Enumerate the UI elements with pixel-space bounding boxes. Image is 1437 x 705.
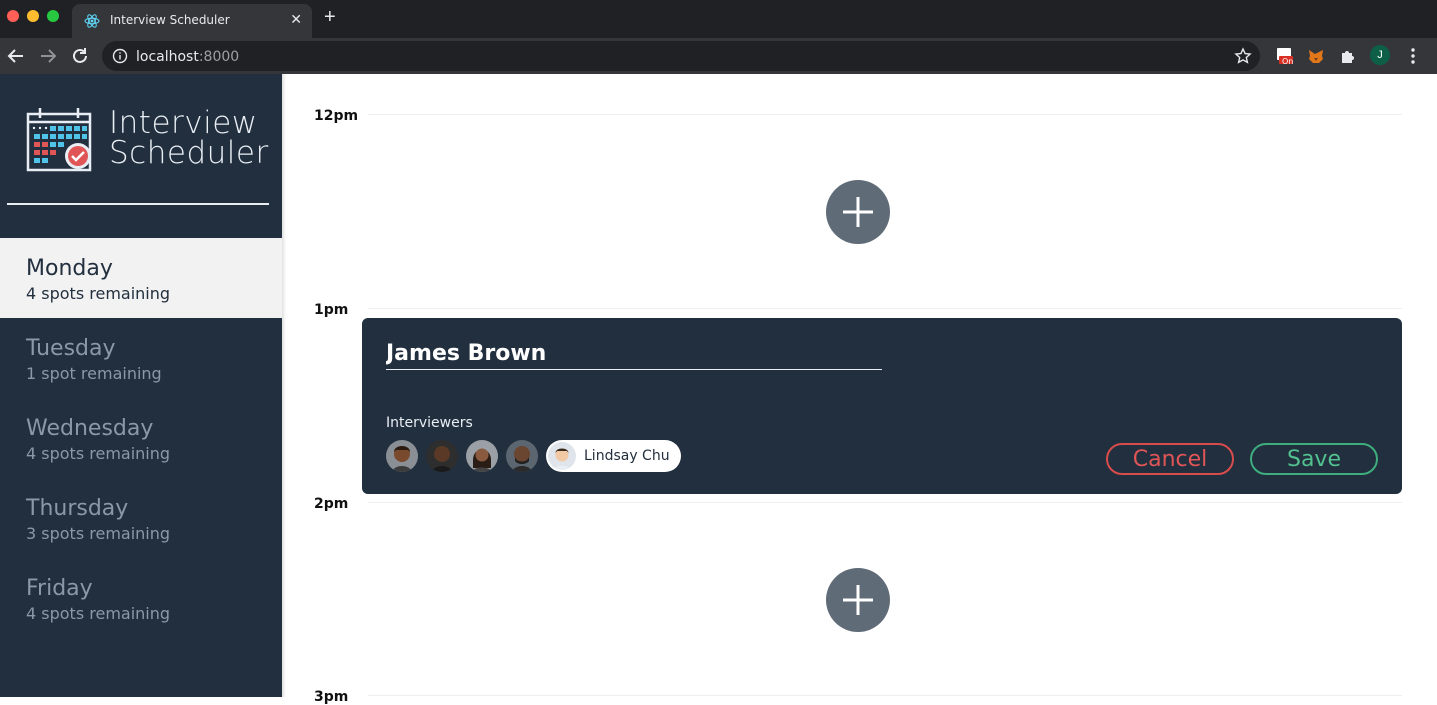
slot-time: 3pm [314,689,349,705]
day-item-wednesday[interactable]: Wednesday 4 spots remaining [0,398,282,478]
interviewers-label: Interviewers [386,415,473,431]
slot-time: 2pm [314,496,349,512]
bookmark-star-icon[interactable] [1234,47,1252,65]
address-bar[interactable]: localhost:8000 [102,41,1260,71]
interviewer-avatar [548,442,576,470]
slot-divider [368,308,1402,309]
tab-title: Interview Scheduler [110,13,230,27]
back-icon[interactable] [5,45,27,67]
day-name: Tuesday [26,336,116,361]
day-name: Thursday [26,496,129,521]
day-name: Friday [26,576,93,601]
interviewer-avatar[interactable] [506,440,538,472]
cancel-button[interactable]: Cancel [1106,443,1234,475]
new-tab-button[interactable]: + [324,7,336,27]
app-brand: Interview Scheduler [109,105,269,171]
tab-close-icon[interactable]: ✕ [290,11,302,28]
browser-tab-bar: Interview Scheduler ✕ + [0,0,1437,38]
interviewer-avatar[interactable] [466,440,498,472]
extensions-puzzle-icon[interactable] [1339,47,1357,65]
selected-interviewer[interactable]: Lindsay Chu [546,440,681,472]
plus-icon [843,197,873,227]
day-name: Wednesday [26,416,154,441]
forward-icon[interactable] [37,45,59,67]
slot-time: 12pm [314,108,359,124]
add-appointment-button[interactable] [826,180,890,244]
brand-divider [7,203,269,205]
slot-divider [368,502,1402,503]
selected-interviewer-name: Lindsay Chu [584,448,670,464]
day-spots: 4 spots remaining [26,604,171,623]
more-menu-icon[interactable] [1406,46,1420,66]
slot-time: 1pm [314,302,349,318]
slot-divider [368,114,1402,115]
browser-tab[interactable]: Interview Scheduler ✕ [72,4,312,38]
day-name: Monday [26,256,113,281]
add-appointment-button[interactable] [826,568,890,632]
day-item-thursday[interactable]: Thursday 3 spots remaining [0,478,282,558]
info-icon[interactable] [112,48,128,64]
close-window-button[interactable] [7,10,19,22]
maximize-window-button[interactable] [47,10,59,22]
sidebar-shadow [282,74,286,697]
day-spots: 1 spot remaining [26,364,162,383]
metamask-fox-icon[interactable] [1307,47,1325,65]
day-item-tuesday[interactable]: Tuesday 1 spot remaining [0,318,282,398]
day-item-friday[interactable]: Friday 4 spots remaining [0,558,282,638]
profile-avatar[interactable]: J [1370,45,1390,65]
react-icon [84,14,100,28]
day-spots: 4 spots remaining [26,444,171,463]
save-button[interactable]: Save [1250,443,1378,475]
sidebar: Interview Scheduler Monday 4 spots remai… [0,74,282,697]
appointment-form: Interviewers Lindsay Chu Cancel Save [362,318,1402,494]
brand-line-1: Interview [109,105,258,141]
minimize-window-button[interactable] [27,10,39,22]
brand-line-2: Scheduler [109,135,269,171]
extension-badge: On [1282,57,1294,66]
interviewer-avatar[interactable] [386,440,418,472]
interviewer-avatar[interactable] [426,440,458,472]
day-spots: 3 spots remaining [26,524,171,543]
day-item-monday[interactable]: Monday 4 spots remaining [0,238,282,318]
browser-toolbar: localhost:8000 On J [0,38,1437,74]
plus-icon [843,585,873,615]
slot-divider [368,695,1402,696]
student-name-input[interactable] [386,338,882,370]
calendar-logo-icon [26,108,92,172]
day-spots: 4 spots remaining [26,284,171,303]
reload-icon[interactable] [69,45,91,67]
url-text: localhost:8000 [136,49,240,65]
